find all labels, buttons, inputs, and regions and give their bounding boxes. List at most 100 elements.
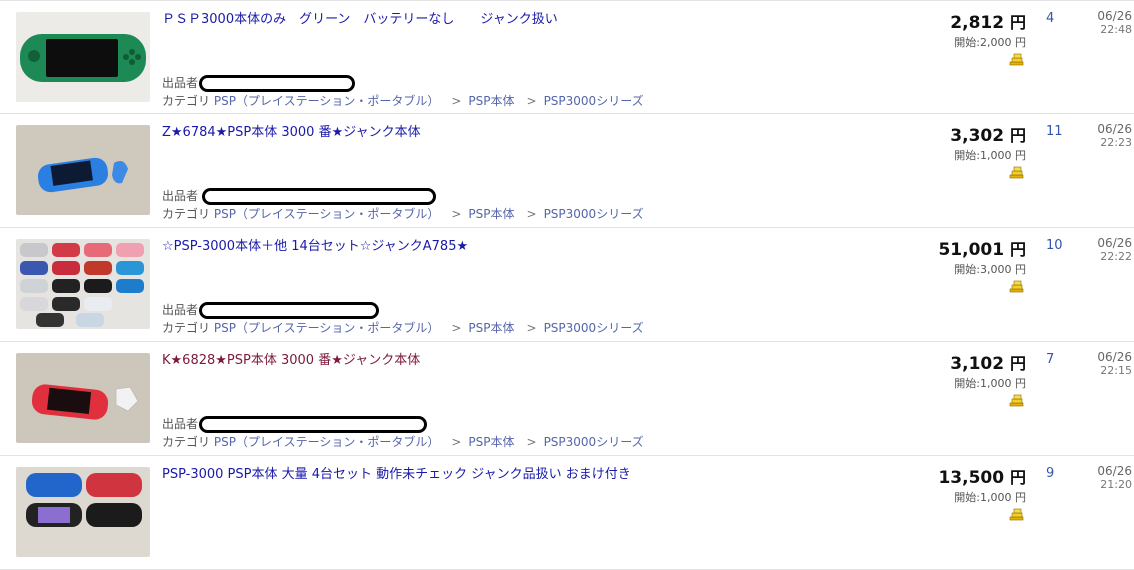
category-link-psp[interactable]: PSP（プレイステーション・ポータブル） [214, 435, 440, 449]
category-link-psp[interactable]: PSP（プレイステーション・ポータブル） [214, 321, 440, 335]
seller-redacted [199, 302, 380, 319]
breadcrumb-separator: > [451, 207, 462, 221]
end-time: 22:23 [1100, 136, 1132, 149]
listing-row: Z★6784★PSP本体 3000 番★ジャンク本体 出品者 カテゴリ PSP（… [0, 114, 1134, 228]
start-price-value: 1,000 円 [980, 377, 1026, 390]
bid-count-link[interactable]: 7 [1046, 352, 1066, 367]
bid-count-link[interactable]: 9 [1046, 466, 1066, 481]
bid-count-link[interactable]: 4 [1046, 11, 1066, 26]
category-link-psp3000[interactable]: PSP3000シリーズ [544, 321, 644, 335]
category-link-psp-body[interactable]: PSP本体 [468, 94, 514, 108]
price-currency: 円 [1009, 240, 1026, 259]
item-thumbnail[interactable] [16, 12, 150, 102]
bid-count-link[interactable]: 10 [1046, 238, 1066, 253]
category-label: カテゴリ [162, 207, 211, 221]
item-thumbnail[interactable] [16, 125, 150, 215]
price-block: 13,500 円 開始:1,000 円 [938, 464, 1026, 505]
start-price: 開始:2,000 円 [950, 34, 1026, 50]
price-currency: 円 [1009, 126, 1026, 145]
start-price-value: 3,000 円 [980, 263, 1026, 276]
start-price-label: 開始: [954, 149, 980, 162]
price-currency: 円 [1009, 13, 1026, 32]
item-thumbnail[interactable] [16, 467, 150, 557]
end-datetime: 06/26 22:22 [1097, 236, 1132, 264]
listing-title-link[interactable]: ＰＳＰ3000本体のみ グリーン バッテリーなし ジャンク扱い [162, 8, 558, 27]
end-date: 06/26 [1097, 350, 1132, 364]
end-datetime: 06/26 22:15 [1097, 350, 1132, 378]
start-price-label: 開始: [954, 377, 980, 390]
seller-redacted [202, 188, 437, 205]
seller-field: 出品者 [162, 187, 437, 205]
end-time: 21:20 [1100, 478, 1132, 491]
seller-redacted [199, 75, 356, 92]
coin-stack-icon [1009, 508, 1024, 521]
category-link-psp3000[interactable]: PSP3000シリーズ [544, 94, 644, 108]
listing-row: ☆PSP-3000本体＋他 14台セット☆ジャンクA785★ 出品者 カテゴリ … [0, 228, 1134, 342]
start-price-label: 開始: [954, 36, 980, 49]
listing-title-link[interactable]: PSP-3000 PSP本体 大量 4台セット 動作未チェック ジャンク品扱い … [162, 463, 631, 482]
start-price-value: 1,000 円 [980, 149, 1026, 162]
start-price: 開始:1,000 円 [938, 489, 1026, 505]
price-currency: 円 [1009, 354, 1026, 373]
current-price: 51,001 円 [938, 236, 1026, 260]
price-block: 51,001 円 開始:3,000 円 [938, 236, 1026, 277]
price-value: 13,500 [938, 468, 1005, 488]
start-price: 開始:3,000 円 [938, 261, 1026, 277]
category-link-psp-body[interactable]: PSP本体 [468, 207, 514, 221]
start-price-value: 2,000 円 [980, 36, 1026, 49]
seller-label: 出品者 [162, 189, 199, 203]
current-price: 3,302 円 [950, 122, 1026, 146]
price-block: 3,102 円 開始:1,000 円 [950, 350, 1026, 391]
category-link-psp3000[interactable]: PSP3000シリーズ [544, 435, 644, 449]
listing-row: K★6828★PSP本体 3000 番★ジャンク本体 出品者 カテゴリ PSP（… [0, 342, 1134, 456]
current-price: 3,102 円 [950, 350, 1026, 374]
listing-title-link[interactable]: Z★6784★PSP本体 3000 番★ジャンク本体 [162, 121, 421, 140]
item-thumbnail[interactable] [16, 239, 150, 329]
breadcrumb-separator: > [526, 94, 537, 108]
end-date: 06/26 [1097, 9, 1132, 23]
category-link-psp-body[interactable]: PSP本体 [468, 321, 514, 335]
current-price: 2,812 円 [950, 9, 1026, 33]
breadcrumb-separator: > [526, 435, 537, 449]
category-link-psp[interactable]: PSP（プレイステーション・ポータブル） [214, 207, 440, 221]
coin-stack-icon [1009, 280, 1024, 293]
breadcrumb-separator: > [451, 321, 462, 335]
category-breadcrumb: カテゴリ PSP（プレイステーション・ポータブル） > PSP本体 > PSP3000シ… [162, 205, 644, 222]
category-breadcrumb: カテゴリ PSP（プレイステーション・ポータブル） > PSP本体 > PSP3000シ… [162, 319, 644, 336]
category-link-psp[interactable]: PSP（プレイステーション・ポータブル） [214, 94, 440, 108]
end-time: 22:22 [1100, 250, 1132, 263]
category-breadcrumb: カテゴリ PSP（プレイステーション・ポータブル） > PSP本体 > PSP3000シ… [162, 92, 644, 109]
end-datetime: 06/26 22:48 [1097, 9, 1132, 37]
seller-label: 出品者 [162, 76, 199, 90]
seller-field: 出品者 [162, 74, 356, 92]
seller-field: 出品者 [162, 415, 428, 433]
end-date: 06/26 [1097, 236, 1132, 250]
price-value: 3,302 [950, 126, 1005, 146]
end-date: 06/26 [1097, 464, 1132, 478]
bid-count-link[interactable]: 11 [1046, 124, 1066, 139]
listing-title-link[interactable]: ☆PSP-3000本体＋他 14台セット☆ジャンクA785★ [162, 235, 468, 254]
end-datetime: 06/26 22:23 [1097, 122, 1132, 150]
end-time: 22:15 [1100, 364, 1132, 377]
category-link-psp3000[interactable]: PSP3000シリーズ [544, 207, 644, 221]
current-price: 13,500 円 [938, 464, 1026, 488]
seller-redacted [199, 416, 428, 433]
start-price-label: 開始: [954, 263, 980, 276]
breadcrumb-separator: > [451, 435, 462, 449]
price-value: 3,102 [950, 354, 1005, 374]
listing-row: PSP-3000 PSP本体 大量 4台セット 動作未チェック ジャンク品扱い … [0, 456, 1134, 570]
category-link-psp-body[interactable]: PSP本体 [468, 435, 514, 449]
price-value: 2,812 [950, 13, 1005, 33]
price-currency: 円 [1009, 468, 1026, 487]
seller-label: 出品者 [162, 303, 199, 317]
price-value: 51,001 [938, 240, 1005, 260]
coin-stack-icon [1009, 166, 1024, 179]
end-date: 06/26 [1097, 122, 1132, 136]
listing-title-link[interactable]: K★6828★PSP本体 3000 番★ジャンク本体 [162, 349, 420, 368]
category-label: カテゴリ [162, 435, 211, 449]
listing-list: ＰＳＰ3000本体のみ グリーン バッテリーなし ジャンク扱い 出品者 カテゴリ… [0, 0, 1134, 570]
seller-field: 出品者 [162, 301, 380, 319]
item-thumbnail[interactable] [16, 353, 150, 443]
price-block: 3,302 円 開始:1,000 円 [950, 122, 1026, 163]
coin-stack-icon [1009, 394, 1024, 407]
